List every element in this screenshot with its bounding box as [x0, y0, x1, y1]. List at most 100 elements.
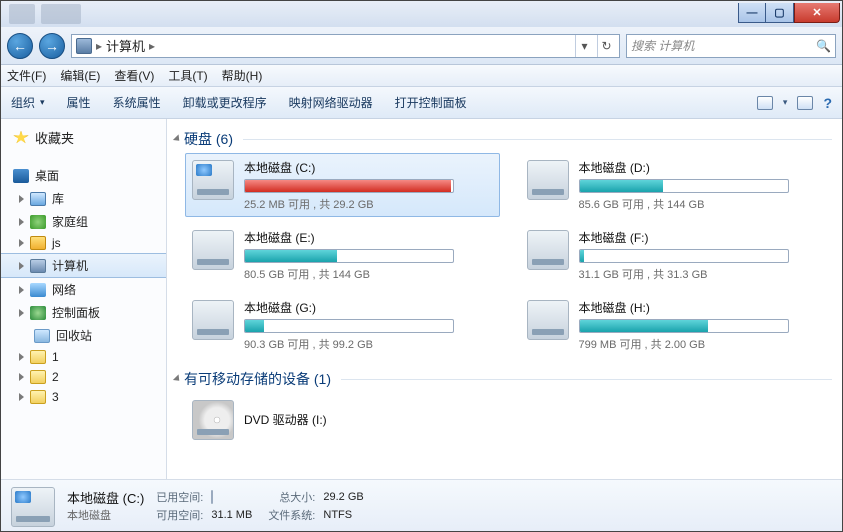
details-pane: 本地磁盘 (C:) 本地磁盘 已用空间: 总大小: 29.2 GB 可用空间: … — [1, 479, 842, 531]
titlebar[interactable]: — ▢ ✕ — [1, 1, 842, 27]
map-drive-button[interactable]: 映射网络驱动器 — [289, 94, 373, 111]
usage-bar — [579, 319, 789, 333]
filesystem-label: 文件系统: — [268, 507, 315, 523]
search-placeholder: 搜索 计算机 — [631, 37, 694, 54]
filesystem-value: NTFS — [323, 509, 363, 521]
control-panel-button[interactable]: 打开控制面板 — [395, 94, 467, 111]
preview-pane-icon[interactable] — [797, 96, 813, 110]
details-subtitle: 本地磁盘 — [67, 507, 144, 523]
help-icon[interactable]: ? — [823, 95, 832, 111]
collapse-icon[interactable] — [173, 374, 182, 383]
folder-icon — [30, 390, 46, 404]
sidebar-folder-2[interactable]: 2 — [1, 367, 166, 387]
usage-bar — [579, 179, 789, 193]
expand-icon[interactable] — [19, 373, 24, 381]
usage-bar — [244, 249, 454, 263]
view-mode-icon[interactable] — [757, 96, 773, 110]
view-dropdown-icon[interactable]: ▾ — [783, 97, 788, 108]
usage-bar — [579, 249, 789, 263]
properties-button[interactable]: 属性 — [67, 94, 91, 111]
drive-item[interactable]: 本地磁盘 (H:) 799 MB 可用 , 共 2.00 GB — [520, 293, 835, 357]
free-space-value: 31.1 MB — [211, 509, 252, 521]
nav-back-button[interactable]: ← — [7, 33, 33, 59]
drive-item[interactable]: DVD 驱动器 (I:) — [185, 393, 485, 445]
content-pane[interactable]: 硬盘 (6) 本地磁盘 (C:) 25.2 MB 可用 , 共 29.2 GB … — [167, 119, 842, 479]
folder-icon — [30, 236, 46, 250]
expand-icon[interactable] — [19, 286, 24, 294]
breadcrumb-location[interactable]: 计算机 — [106, 36, 145, 55]
drive-stat: 80.5 GB 可用 , 共 144 GB — [244, 266, 493, 282]
sidebar-computer[interactable]: 计算机 — [1, 253, 166, 278]
search-input[interactable]: 搜索 计算机 🔍 — [626, 34, 836, 58]
removable-grid: DVD 驱动器 (I:) — [169, 393, 834, 445]
sidebar-libraries[interactable]: 库 — [1, 187, 166, 210]
expand-icon[interactable] — [19, 353, 24, 361]
drive-icon — [192, 160, 234, 200]
sidebar-homegroup[interactable]: 家庭组 — [1, 210, 166, 233]
address-bar[interactable]: ▸ 计算机 ▸ ▾ ↻ — [71, 34, 620, 58]
nav-forward-button[interactable]: → — [39, 33, 65, 59]
expand-icon[interactable] — [19, 239, 24, 247]
menu-help[interactable]: 帮助(H) — [222, 67, 263, 84]
menu-view[interactable]: 查看(V) — [114, 67, 154, 84]
sidebar-network[interactable]: 网络 — [1, 278, 166, 301]
drive-item[interactable]: 本地磁盘 (E:) 80.5 GB 可用 , 共 144 GB — [185, 223, 500, 287]
navigation-pane[interactable]: 收藏夹 桌面 库 家庭组 js 计算机 网络 控制面板 回收站 1 2 3 — [1, 119, 167, 479]
computer-icon — [30, 259, 46, 273]
address-bar-row: ← → ▸ 计算机 ▸ ▾ ↻ 搜索 计算机 🔍 — [1, 27, 842, 65]
sidebar-desktop[interactable]: 桌面 — [1, 164, 166, 187]
drive-icon — [11, 487, 55, 527]
expand-icon[interactable] — [19, 218, 24, 226]
drive-item[interactable]: 本地磁盘 (G:) 90.3 GB 可用 , 共 99.2 GB — [185, 293, 500, 357]
drive-stat: 85.6 GB 可用 , 共 144 GB — [579, 196, 828, 212]
organize-button[interactable]: 组织▾ — [11, 94, 45, 111]
drive-item[interactable]: 本地磁盘 (C:) 25.2 MB 可用 , 共 29.2 GB — [185, 153, 500, 217]
menu-edit[interactable]: 编辑(E) — [60, 67, 100, 84]
usage-bar — [244, 319, 454, 333]
minimize-button[interactable]: — — [738, 3, 766, 23]
close-button[interactable]: ✕ — [794, 3, 840, 23]
drives-grid: 本地磁盘 (C:) 25.2 MB 可用 , 共 29.2 GB 本地磁盘 (D… — [169, 153, 834, 357]
sidebar-recycle-bin[interactable]: 回收站 — [1, 324, 166, 347]
details-title: 本地磁盘 (C:) — [67, 488, 144, 507]
breadcrumb-sep: ▸ — [96, 39, 102, 53]
drive-stat: 90.3 GB 可用 , 共 99.2 GB — [244, 336, 493, 352]
expand-icon[interactable] — [19, 309, 24, 317]
collapse-icon[interactable] — [173, 134, 182, 143]
menu-file[interactable]: 文件(F) — [7, 67, 46, 84]
drive-name: 本地磁盘 (D:) — [579, 159, 828, 176]
titlebar-content — [1, 1, 738, 27]
total-size-label: 总大小: — [268, 489, 315, 505]
search-icon: 🔍 — [816, 39, 831, 53]
sidebar-folder-3[interactable]: 3 — [1, 387, 166, 407]
drive-name: 本地磁盘 (G:) — [244, 299, 493, 316]
sidebar-folder-1[interactable]: 1 — [1, 347, 166, 367]
group-header-removable[interactable]: 有可移动存储的设备 (1) — [169, 363, 834, 393]
system-properties-button[interactable]: 系统属性 — [113, 94, 161, 111]
menu-bar: 文件(F) 编辑(E) 查看(V) 工具(T) 帮助(H) — [1, 65, 842, 87]
drive-icon — [527, 300, 569, 340]
expand-icon[interactable] — [19, 393, 24, 401]
drive-item[interactable]: 本地磁盘 (D:) 85.6 GB 可用 , 共 144 GB — [520, 153, 835, 217]
sidebar-control-panel[interactable]: 控制面板 — [1, 301, 166, 324]
group-header-hdd[interactable]: 硬盘 (6) — [169, 123, 834, 153]
star-icon — [13, 131, 29, 145]
refresh-button[interactable]: ↻ — [597, 35, 615, 57]
body: 收藏夹 桌面 库 家庭组 js 计算机 网络 控制面板 回收站 1 2 3 硬盘… — [1, 119, 842, 479]
menu-tools[interactable]: 工具(T) — [168, 67, 207, 84]
address-dropdown[interactable]: ▾ — [575, 35, 593, 57]
expand-icon[interactable] — [19, 262, 24, 270]
drive-item[interactable]: 本地磁盘 (F:) 31.1 GB 可用 , 共 31.3 GB — [520, 223, 835, 287]
homegroup-icon — [30, 215, 46, 229]
used-space-label: 已用空间: — [156, 489, 203, 505]
maximize-button[interactable]: ▢ — [766, 3, 794, 23]
expand-icon[interactable] — [19, 195, 24, 203]
sidebar-favorites[interactable]: 收藏夹 — [1, 125, 166, 150]
dvd-icon — [192, 400, 234, 440]
library-icon — [30, 192, 46, 206]
sidebar-item-js[interactable]: js — [1, 233, 166, 253]
usage-bar — [244, 179, 454, 193]
drive-stat: 799 MB 可用 , 共 2.00 GB — [579, 336, 828, 352]
uninstall-button[interactable]: 卸载或更改程序 — [183, 94, 267, 111]
drive-icon — [192, 300, 234, 340]
